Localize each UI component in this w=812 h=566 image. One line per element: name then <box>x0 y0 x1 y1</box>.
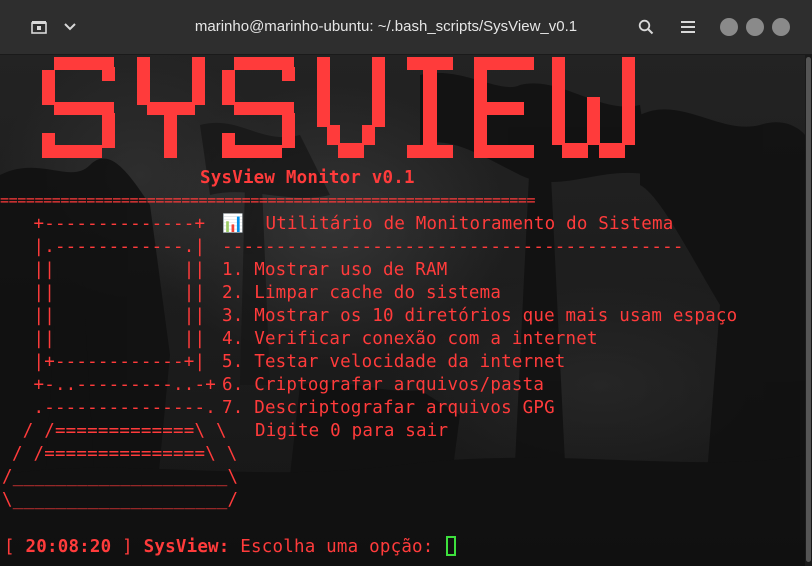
ascii-art-line: / /===============\ \ <box>12 444 238 464</box>
ascii-art-line: || || <box>12 260 206 280</box>
ascii-art-line: || || <box>12 329 206 349</box>
menu-item: 1. Mostrar uso de RAM <box>222 260 448 280</box>
scrollbar-thumb[interactable] <box>806 57 811 562</box>
menu-item: 3. Mostrar os 10 diretórios que mais usa… <box>222 306 738 326</box>
ascii-art-line: /____________________\ <box>2 467 239 487</box>
ascii-art-line: / /=============\ \ <box>12 421 227 441</box>
ascii-art-line: || || <box>12 306 206 326</box>
menu-item: 4. Verificar conexão com a internet <box>222 329 598 349</box>
terminal-window: marinho@marinho-ubuntu: ~/.bash_scripts/… <box>0 0 812 566</box>
hamburger-menu-button[interactable] <box>674 13 702 41</box>
menu-item: 2. Limpar cache do sistema <box>222 283 502 303</box>
new-tab-button[interactable] <box>22 13 56 41</box>
sysview-logo <box>42 57 635 158</box>
chevron-down-icon <box>64 23 76 31</box>
ascii-art-line: |+------------+| <box>12 352 206 372</box>
ascii-art-line: .---------------. <box>12 398 216 418</box>
text-cursor[interactable] <box>446 536 457 556</box>
menu-item: 6. Criptografar arquivos/pasta <box>222 375 545 395</box>
window-title: marinho@marinho-ubuntu: ~/.bash_scripts/… <box>194 18 578 35</box>
terminal-output[interactable]: SysView Monitor v0.1 ===================… <box>0 55 805 566</box>
bar-chart-icon: 📊 <box>222 214 244 234</box>
ascii-art-line: \____________________/ <box>2 490 239 510</box>
tab-menu-button[interactable] <box>58 13 82 41</box>
menu-item: 5. Testar velocidade da internet <box>222 352 566 372</box>
prompt-text: Escolha uma opção: <box>240 537 434 557</box>
ascii-art-line: +-..---------..-+ <box>12 375 216 395</box>
menu-header: 📊 Utilitário de Monitoramento do Sistema <box>222 213 673 236</box>
banner-subtitle: SysView Monitor v0.1 <box>200 168 415 188</box>
prompt-time: 20:08:20 <box>25 537 112 557</box>
terminal-tab-icon <box>31 21 47 34</box>
menu-item: 7. Descriptografar arquivos GPG <box>222 398 555 418</box>
ascii-art-line: |.------------.| <box>12 237 206 257</box>
minimize-button[interactable] <box>720 18 738 36</box>
prompt-name: SysView: <box>143 537 230 557</box>
exit-hint: Digite 0 para sair <box>255 421 449 441</box>
ascii-art-line: || || <box>12 283 206 303</box>
input-prompt[interactable]: [ 20:08:20 ] SysView: Escolha uma opção: <box>4 536 457 559</box>
menu-header-label: Utilitário de Monitoramento do Sistema <box>265 214 674 234</box>
scrollbar[interactable] <box>805 55 812 566</box>
menu-header-rule: ----------------------------------------… <box>222 237 684 257</box>
prompt-close-bracket: ] <box>122 537 133 557</box>
menu-icon <box>681 21 695 33</box>
maximize-button[interactable] <box>746 18 764 36</box>
banner-rule: ========================================… <box>0 191 536 209</box>
search-button[interactable] <box>632 13 660 41</box>
search-icon <box>638 19 654 35</box>
ascii-art-line: +--------------+ <box>12 214 206 234</box>
title-bar: marinho@marinho-ubuntu: ~/.bash_scripts/… <box>0 0 812 55</box>
prompt-open-bracket: [ <box>4 537 15 557</box>
close-button[interactable] <box>772 18 790 36</box>
